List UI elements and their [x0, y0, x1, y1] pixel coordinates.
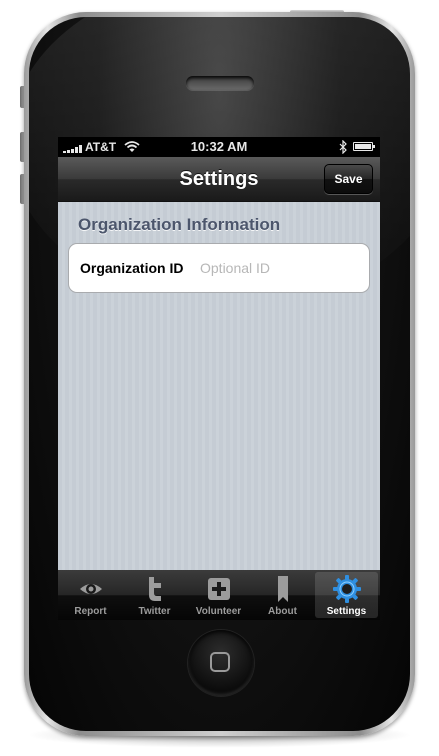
plus-icon	[208, 578, 230, 600]
status-bar: AT&T 10:32 AM	[58, 137, 380, 157]
status-time: 10:32 AM	[190, 139, 248, 154]
battery-icon	[353, 142, 375, 151]
settings-content: Organization Information Organization ID	[58, 202, 380, 570]
bluetooth-icon	[339, 140, 347, 154]
navigation-bar: Settings Save	[58, 157, 380, 202]
tab-label: Settings	[326, 606, 367, 617]
earpiece-speaker	[186, 76, 254, 90]
home-button[interactable]	[188, 630, 254, 696]
bookmark-icon	[278, 576, 288, 602]
organization-id-cell: Organization ID	[68, 243, 370, 293]
save-button[interactable]: Save	[324, 164, 373, 194]
twitter-bird-icon	[149, 577, 161, 601]
tab-volunteer[interactable]: Volunteer	[187, 572, 250, 618]
tab-settings[interactable]: Settings	[315, 572, 378, 618]
eye-icon	[80, 584, 102, 594]
tab-report[interactable]: Report	[59, 572, 122, 618]
tab-about[interactable]: About	[251, 572, 314, 618]
tab-twitter[interactable]: Twitter	[123, 572, 186, 618]
organization-id-input[interactable]	[200, 258, 360, 278]
section-header: Organization Information	[78, 215, 281, 234]
organization-id-label: Organization ID	[80, 260, 184, 276]
tab-bar: Report Twitter Volunteer About Settings	[58, 570, 380, 620]
tab-label: Twitter	[138, 606, 171, 617]
home-square-icon	[210, 652, 230, 672]
tab-label: Report	[74, 606, 107, 617]
tab-label: Volunteer	[195, 606, 242, 617]
gear-icon	[333, 575, 361, 603]
app-screen: AT&T 10:32 AM Settings Save Organization…	[58, 137, 380, 620]
tab-label: About	[268, 606, 297, 617]
